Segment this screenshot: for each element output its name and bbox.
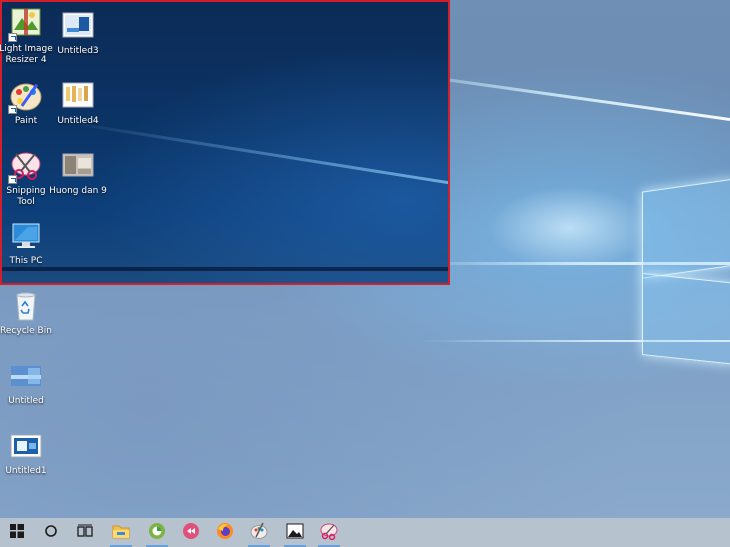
- taskbar-file-explorer[interactable]: [104, 518, 138, 547]
- desktop[interactable]: Light Image Resizer 4 Paint Snipping Too…: [0, 0, 730, 518]
- desktop-icon-untitled4[interactable]: Untitled4: [49, 78, 107, 127]
- start-button[interactable]: [0, 518, 34, 547]
- desktop-icon-untitled[interactable]: Untitled: [0, 358, 55, 407]
- shortcut-arrow-icon: [8, 33, 17, 42]
- desktop-icon-label: Huong dan 9: [49, 186, 107, 196]
- taskbar-pink-app[interactable]: [174, 518, 208, 547]
- desktop-icon-label: Untitled: [8, 396, 44, 406]
- desktop-icon-paint[interactable]: Paint: [0, 78, 55, 127]
- scissors-icon: [8, 148, 44, 184]
- cortana-search-icon: [44, 523, 58, 542]
- wallpaper-logo-pane: [642, 273, 730, 365]
- task-view-button[interactable]: [68, 518, 102, 547]
- desktop-icon-label: Light Image Resizer 4: [0, 44, 53, 65]
- image-thumbnail-icon: [60, 148, 96, 184]
- taskbar: [0, 518, 730, 547]
- windows-start-icon: [10, 523, 24, 542]
- image-thumbnail-icon: [8, 428, 44, 464]
- paint-palette-icon: [8, 78, 44, 114]
- wallpaper-light-beam: [2, 267, 448, 271]
- shortcut-arrow-icon: [8, 175, 17, 184]
- light-image-resizer-icon: [8, 6, 44, 42]
- taskbar-snipping-tool[interactable]: [312, 518, 346, 547]
- desktop-icon-light-image-resizer[interactable]: Light Image Resizer 4: [0, 6, 55, 66]
- wallpaper-light-beam: [61, 120, 448, 186]
- green-app-icon: [148, 522, 166, 544]
- taskbar-green-app[interactable]: [140, 518, 174, 547]
- desktop-icon-label: Snipping Tool: [6, 186, 46, 207]
- snipping-tool-icon: [319, 522, 339, 544]
- photos-icon: [286, 523, 304, 543]
- recycle-bin-icon: [8, 288, 44, 324]
- desktop-icon-label: Untitled3: [57, 46, 99, 56]
- desktop-icon-label: Untitled1: [5, 466, 47, 476]
- paint-palette-icon: [249, 522, 269, 544]
- desktop-icon-label: Recycle Bin: [0, 326, 52, 336]
- desktop-icon-label: This PC: [9, 256, 43, 266]
- firefox-icon: [216, 522, 234, 544]
- wallpaper-logo-pane: [642, 178, 730, 279]
- file-explorer-icon: [112, 523, 130, 543]
- shortcut-arrow-icon: [8, 105, 17, 114]
- desktop-icon-snipping-tool[interactable]: Snipping Tool: [0, 148, 55, 208]
- image-thumbnail-icon: [60, 78, 96, 114]
- desktop-icon-untitled3[interactable]: Untitled3: [49, 8, 107, 57]
- image-thumbnail-icon: [8, 358, 44, 394]
- desktop-icon-label: Paint: [14, 116, 38, 126]
- computer-monitor-icon: [8, 218, 44, 254]
- taskbar-firefox[interactable]: [208, 518, 242, 547]
- image-thumbnail-icon: [60, 8, 96, 44]
- desktop-icon-huong-dan-9[interactable]: Huong dan 9: [49, 148, 107, 197]
- desktop-icon-untitled1[interactable]: Untitled1: [0, 428, 55, 477]
- task-view-icon: [77, 523, 93, 542]
- cortana-search-button[interactable]: [34, 518, 68, 547]
- desktop-icon-this-pc[interactable]: This PC: [0, 218, 55, 267]
- desktop-icon-recycle-bin[interactable]: Recycle Bin: [0, 288, 55, 337]
- taskbar-paint[interactable]: [242, 518, 276, 547]
- desktop-icon-label: Untitled4: [57, 116, 99, 126]
- pink-app-icon: [182, 522, 200, 544]
- taskbar-photos[interactable]: [278, 518, 312, 547]
